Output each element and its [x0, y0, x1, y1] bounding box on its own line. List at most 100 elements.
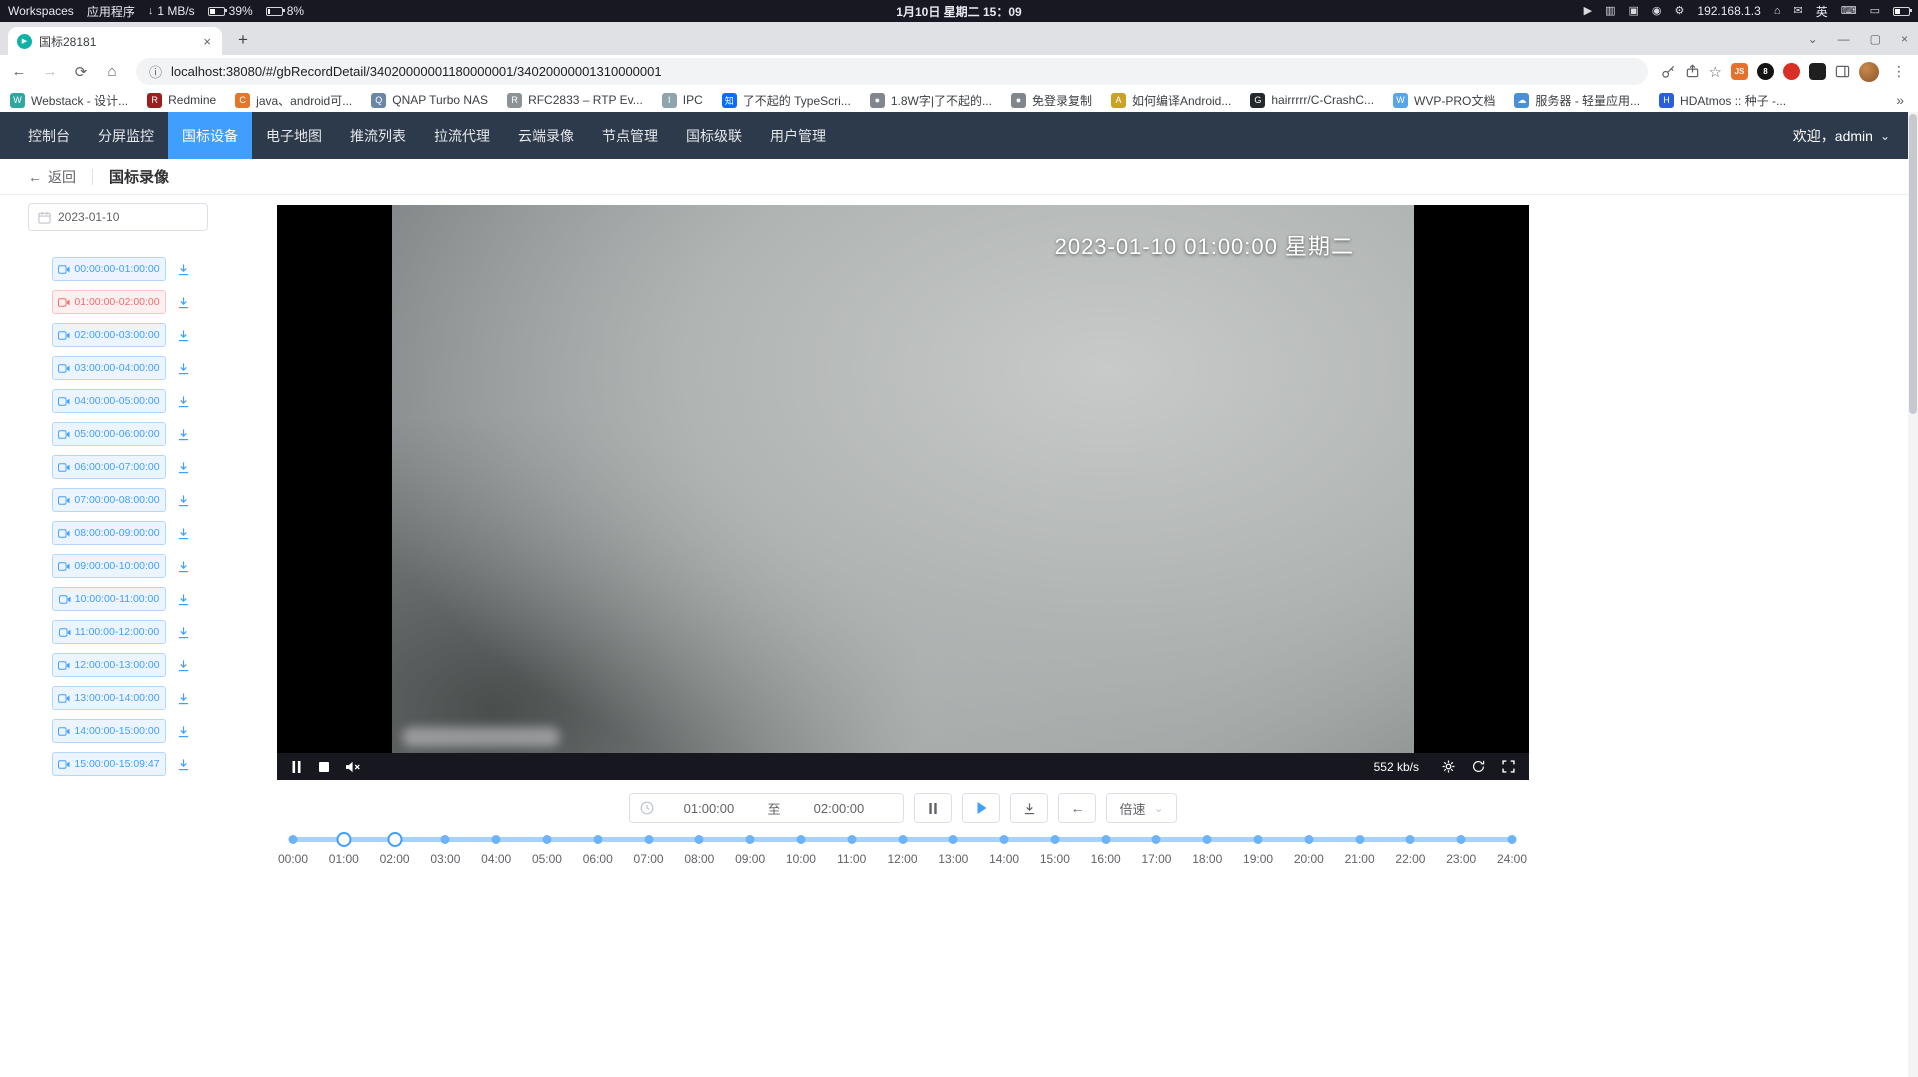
record-segment-button[interactable]: 08:00:00-09:00:00: [52, 521, 166, 545]
bookmark-item[interactable]: Q QNAP Turbo NAS: [371, 93, 488, 108]
reload-icon[interactable]: ⟳: [70, 63, 92, 81]
bookmark-item[interactable]: ● 免登录复制: [1011, 92, 1092, 109]
user-menu[interactable]: 欢迎，admin ⌄: [1793, 126, 1904, 146]
timeline-dot[interactable]: [1457, 835, 1466, 844]
clock[interactable]: 1月10日 星期二 15：09: [896, 3, 1021, 20]
forward-nav-icon[interactable]: →: [39, 63, 61, 80]
monitor-chart-icon[interactable]: ▥: [1605, 6, 1615, 17]
record-segment-button[interactable]: 10:00:00-11:00:00: [52, 587, 166, 611]
record-icon[interactable]: ◉: [1652, 6, 1662, 17]
player-pause-icon[interactable]: [291, 761, 302, 773]
url-text[interactable]: localhost:38080/#/gbRecordDetail/3402000…: [171, 64, 662, 79]
timeline-dot[interactable]: [1101, 835, 1110, 844]
window-maximize-button[interactable]: ▢: [1870, 32, 1881, 46]
side-panel-icon[interactable]: [1835, 64, 1850, 79]
password-key-icon[interactable]: [1661, 64, 1676, 79]
back-button[interactable]: ← 返回: [28, 167, 76, 187]
timeline-dot[interactable]: [695, 835, 704, 844]
bookmark-item[interactable]: I IPC: [662, 93, 703, 108]
nav-tab[interactable]: 拉流代理: [420, 112, 504, 159]
record-segment-button[interactable]: 02:00:00-03:00:00: [52, 323, 166, 347]
tools-icon[interactable]: ⚙: [1675, 6, 1685, 17]
tab-close-icon[interactable]: ×: [201, 34, 213, 49]
new-tab-button[interactable]: +: [230, 27, 256, 53]
applications-button[interactable]: 应用程序: [87, 3, 135, 20]
download-icon[interactable]: [177, 560, 190, 573]
browser-home-icon[interactable]: ⌂: [101, 63, 123, 80]
timeline-slider[interactable]: 00:0001:0002:0003:0004:0005:0006:0007:00…: [293, 833, 1512, 879]
download-icon[interactable]: [177, 626, 190, 639]
download-icon[interactable]: [177, 296, 190, 309]
bookmark-item[interactable]: A 如何编译Android...: [1111, 92, 1231, 109]
nav-tab[interactable]: 国标设备: [168, 112, 252, 159]
download-icon[interactable]: [177, 461, 190, 474]
date-picker[interactable]: 2023-01-10: [28, 203, 208, 231]
timeline-dot[interactable]: [1050, 835, 1059, 844]
pause-button[interactable]: [914, 793, 952, 823]
bookmarks-overflow-icon[interactable]: »: [1892, 92, 1908, 108]
video-frame[interactable]: 2023-01-10 01:00:00 星期二: [392, 205, 1414, 753]
record-segment-button[interactable]: 07:00:00-08:00:00: [52, 488, 166, 512]
timeline-dot[interactable]: [441, 835, 450, 844]
keyboard-icon[interactable]: ⌨: [1841, 6, 1857, 17]
home-icon[interactable]: ⌂: [1774, 6, 1781, 17]
record-segment-button[interactable]: 04:00:00-05:00:00: [52, 389, 166, 413]
timeline-dot[interactable]: [1406, 835, 1415, 844]
record-segment-button[interactable]: 05:00:00-06:00:00: [52, 422, 166, 446]
url-bar[interactable]: ⓘ localhost:38080/#/gbRecordDetail/34020…: [136, 58, 1648, 85]
timeline-dot[interactable]: [898, 835, 907, 844]
extension-icon[interactable]: [1809, 63, 1826, 80]
site-info-icon[interactable]: ⓘ: [149, 62, 162, 81]
timeline-dot[interactable]: [644, 835, 653, 844]
tray-battery-icon[interactable]: [1893, 7, 1910, 16]
record-segment-button[interactable]: 11:00:00-12:00:00: [52, 620, 166, 644]
player-stop-icon[interactable]: [319, 762, 329, 772]
timeline-dot[interactable]: [1203, 835, 1212, 844]
timeline-dot[interactable]: [1304, 835, 1313, 844]
download-icon[interactable]: [177, 329, 190, 342]
timeline-dot[interactable]: [492, 835, 501, 844]
screencast-icon[interactable]: ▶: [1584, 6, 1592, 17]
clipboard-icon[interactable]: ▣: [1629, 6, 1639, 17]
timeline-dot[interactable]: [796, 835, 805, 844]
timeline-handle[interactable]: [387, 832, 402, 847]
input-method-indicator[interactable]: 英: [1816, 3, 1828, 20]
timeline-dot[interactable]: [1355, 835, 1364, 844]
nav-tab[interactable]: 控制台: [14, 112, 84, 159]
bookmark-item[interactable]: R Redmine: [147, 93, 216, 108]
bookmark-item[interactable]: ● 1.8W字|了不起的...: [870, 92, 992, 109]
ip-address[interactable]: 192.168.1.3: [1697, 4, 1760, 18]
seek-back-button[interactable]: ←: [1058, 793, 1096, 823]
play-button[interactable]: [962, 793, 1000, 823]
bookmark-item[interactable]: W WVP-PRO文档: [1393, 92, 1495, 109]
start-time-value[interactable]: 01:00:00: [654, 801, 763, 816]
record-segment-button[interactable]: 03:00:00-04:00:00: [52, 356, 166, 380]
download-button[interactable]: [1010, 793, 1048, 823]
extension-icon[interactable]: [1783, 63, 1800, 80]
record-segment-button[interactable]: 06:00:00-07:00:00: [52, 455, 166, 479]
timeline-dot[interactable]: [746, 835, 755, 844]
speed-select[interactable]: 倍速 ⌄: [1106, 793, 1176, 823]
window-close-button[interactable]: ×: [1901, 32, 1908, 46]
record-segment-button[interactable]: 14:00:00-15:00:00: [52, 719, 166, 743]
scrollbar-thumb[interactable]: [1909, 114, 1917, 414]
browser-menu-icon[interactable]: ⋮: [1888, 63, 1910, 80]
record-segment-button[interactable]: 01:00:00-02:00:00: [52, 290, 166, 314]
download-icon[interactable]: [177, 692, 190, 705]
extension-icon[interactable]: JS: [1731, 63, 1748, 80]
record-segment-button[interactable]: 09:00:00-10:00:00: [52, 554, 166, 578]
bookmark-star-icon[interactable]: ☆: [1709, 63, 1722, 81]
download-icon[interactable]: [177, 527, 190, 540]
timeline-dot[interactable]: [289, 835, 298, 844]
player-refresh-icon[interactable]: [1472, 760, 1485, 773]
download-icon[interactable]: [177, 395, 190, 408]
download-icon[interactable]: [177, 758, 190, 771]
timeline-handle[interactable]: [336, 832, 351, 847]
record-segment-button[interactable]: 13:00:00-14:00:00: [52, 686, 166, 710]
timeline-dot[interactable]: [593, 835, 602, 844]
bookmark-item[interactable]: W Webstack - 设计...: [10, 92, 128, 109]
download-icon[interactable]: [177, 659, 190, 672]
download-icon[interactable]: [177, 263, 190, 276]
download-icon[interactable]: [177, 428, 190, 441]
bookmark-item[interactable]: 知 了不起的 TypeScri...: [722, 92, 851, 109]
